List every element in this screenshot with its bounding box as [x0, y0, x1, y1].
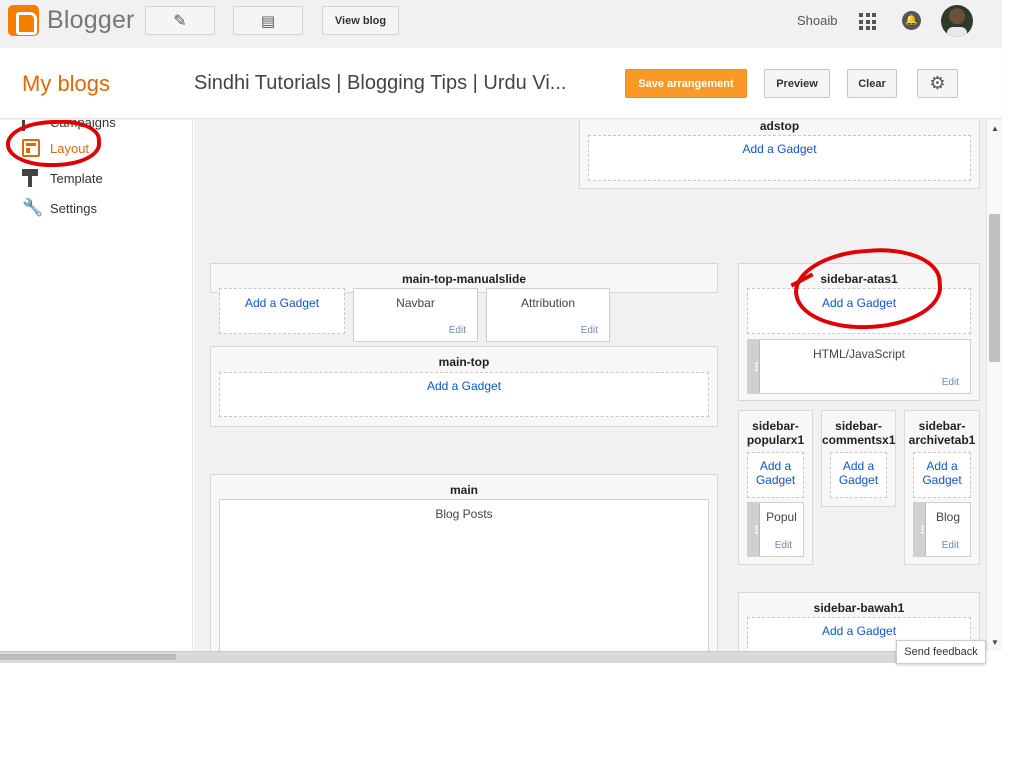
- new-post-button[interactable]: ✎: [145, 6, 215, 35]
- layout-editor: adstop Add a Gadget main-top-manualslide…: [194, 120, 986, 651]
- widget-blog-posts[interactable]: Blog Posts: [219, 499, 709, 651]
- wrench-icon: 🔧: [22, 198, 44, 217]
- annotation-circle: [5, 120, 102, 169]
- horizontal-scrollbar-thumb[interactable]: [0, 654, 176, 660]
- widget-edit-link[interactable]: Edit: [775, 540, 792, 551]
- sidebar-item-template[interactable]: Template: [22, 167, 103, 189]
- send-feedback-button[interactable]: Send feedback: [896, 640, 986, 664]
- add-gadget-link[interactable]: Add a Gadget: [588, 135, 971, 181]
- widget-edit-link[interactable]: Edit: [942, 540, 959, 551]
- posts-list-button[interactable]: ▤: [233, 6, 303, 35]
- add-gadget-link[interactable]: Add a Gadget: [219, 372, 709, 417]
- section-title: sidebar- commentsx1: [822, 419, 896, 447]
- section-title: sidebar- archivetab1: [908, 419, 976, 447]
- widget-attribution[interactable]: Attribution Edit: [486, 288, 610, 342]
- blog-title: Sindhi Tutorials | Blogging Tips | Urdu …: [194, 72, 567, 94]
- section-sidebar-commentsx1: sidebar- commentsx1 Add a Gadget: [821, 410, 896, 507]
- sidebar-item-label: Template: [50, 170, 103, 186]
- logo-text: Blogger: [47, 6, 135, 34]
- layout-header: My blogs Sindhi Tutorials | Blogging Tip…: [0, 48, 1002, 119]
- widget-navbar[interactable]: Navbar Edit: [353, 288, 478, 342]
- settings-gear-button[interactable]: ⚙: [917, 69, 958, 98]
- clear-button[interactable]: Clear: [847, 69, 897, 98]
- sidebar-item-settings[interactable]: 🔧 Settings: [22, 197, 97, 219]
- apps-grid-icon[interactable]: [859, 13, 876, 30]
- scroll-up-arrow-icon[interactable]: ▲: [987, 124, 1003, 133]
- template-icon: [22, 169, 40, 187]
- widget-html-javascript[interactable]: HTML/JavaScript Edit: [747, 339, 971, 394]
- section-title: sidebar- popularx1: [746, 419, 805, 447]
- widget-name: Navbar: [396, 296, 435, 310]
- widget-blog-archive[interactable]: Blog Edit: [913, 502, 971, 557]
- section-title: sidebar-bawah1: [813, 601, 905, 615]
- section-adstop: adstop Add a Gadget: [579, 120, 980, 189]
- scroll-down-arrow-icon[interactable]: ▼: [987, 638, 1003, 647]
- vertical-scrollbar[interactable]: ▲ ▼: [986, 120, 1002, 651]
- left-nav: Campaigns Layout Template 🔧 Settings: [0, 120, 193, 651]
- widget-name: Blog: [935, 510, 961, 524]
- widget-name: Popul: [766, 510, 797, 524]
- widget-name: Blog Posts: [435, 507, 493, 521]
- widget-edit-link[interactable]: Edit: [581, 325, 598, 336]
- widget-edit-link[interactable]: Edit: [942, 377, 959, 388]
- my-blogs-link[interactable]: My blogs: [22, 71, 110, 97]
- section-title: main-top-manualslide: [401, 272, 526, 286]
- section-title: adstop: [759, 120, 800, 133]
- section-main-top: main-top Add a Gadget: [210, 346, 718, 427]
- section-title: main: [449, 483, 478, 497]
- section-sidebar-popularx1: sidebar- popularx1 Add a Gadget Popul Ed…: [738, 410, 813, 565]
- preview-button[interactable]: Preview: [764, 69, 830, 98]
- horizontal-scrollbar[interactable]: [0, 651, 986, 663]
- drag-handle[interactable]: [748, 340, 760, 393]
- widget-name: Attribution: [520, 296, 576, 310]
- add-gadget-link[interactable]: Add a Gadget: [913, 452, 971, 498]
- add-gadget-link[interactable]: Add a Gadget: [219, 288, 345, 334]
- widget-edit-link[interactable]: Edit: [449, 325, 466, 336]
- widget-popular[interactable]: Popul Edit: [747, 502, 804, 557]
- pencil-icon: ✎: [173, 12, 187, 30]
- section-title: main-top: [438, 355, 490, 369]
- section-sidebar-archivetab1: sidebar- archivetab1 Add a Gadget Blog E…: [904, 410, 980, 565]
- user-name[interactable]: Shoaib: [797, 13, 837, 28]
- drag-handle[interactable]: [748, 503, 760, 556]
- notifications-bell-icon[interactable]: 🔔: [902, 11, 921, 30]
- top-bar: Blogger ✎ ▤ View blog Shoaib 🔔: [0, 0, 1002, 48]
- gear-icon: ⚙: [929, 73, 946, 93]
- avatar[interactable]: [941, 5, 973, 37]
- document-icon: ▤: [260, 12, 276, 30]
- widget-name: HTML/JavaScript: [812, 347, 906, 361]
- drag-handle[interactable]: [914, 503, 926, 556]
- view-blog-button[interactable]: View blog: [322, 6, 399, 35]
- add-gadget-link[interactable]: Add a Gadget: [747, 452, 804, 498]
- blogger-logo[interactable]: Blogger: [8, 5, 135, 36]
- section-main: main Blog Posts: [210, 474, 718, 651]
- add-gadget-link[interactable]: Add a Gadget: [830, 452, 887, 498]
- save-arrangement-button[interactable]: Save arrangement: [625, 69, 747, 98]
- sidebar-item-label: Settings: [50, 200, 97, 216]
- scrollbar-thumb[interactable]: [989, 214, 1000, 362]
- blogger-logo-icon: [8, 5, 39, 36]
